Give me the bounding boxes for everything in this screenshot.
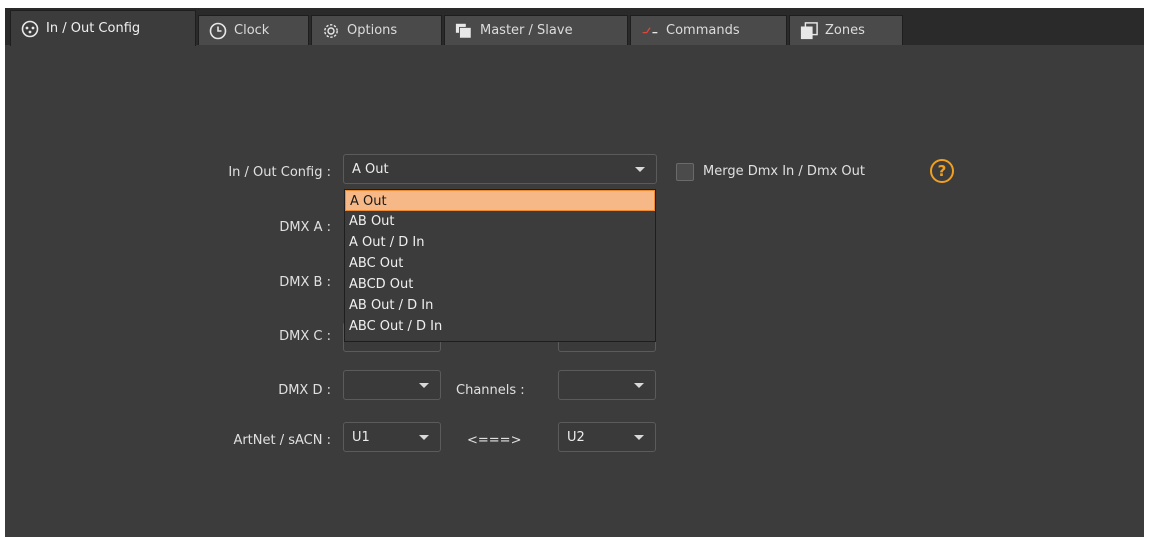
tab-bar: In / Out Config Clock Options Master / S… bbox=[5, 8, 1144, 46]
clock-icon bbox=[209, 22, 227, 40]
dropdown-option[interactable]: AB Out bbox=[345, 211, 655, 232]
dropdown-option[interactable]: AB Out / D In bbox=[345, 295, 655, 316]
channels-select[interactable] bbox=[558, 370, 656, 400]
merge-dmx-checkbox[interactable] bbox=[676, 163, 694, 181]
inout-config-label: In / Out Config : bbox=[228, 165, 331, 180]
dmx-b-label: DMX B : bbox=[279, 275, 331, 290]
help-icon[interactable]: ? bbox=[930, 159, 954, 183]
zones-icon bbox=[800, 21, 818, 40]
dropdown-option[interactable]: A Out / D In bbox=[345, 232, 655, 253]
config-window: In / Out Config Clock Options Master / S… bbox=[5, 8, 1144, 537]
tab-label: Options bbox=[347, 23, 398, 38]
chevron-down-icon bbox=[635, 167, 645, 172]
tab-label: Zones bbox=[825, 23, 865, 38]
tab-clock[interactable]: Clock bbox=[198, 15, 309, 45]
tab-commands[interactable]: Commands bbox=[630, 15, 787, 45]
windows-stack-icon bbox=[455, 22, 473, 40]
dropdown-option[interactable]: ABC Out / D In bbox=[345, 316, 655, 337]
artnet-to-select[interactable]: U2 bbox=[558, 422, 656, 452]
dropdown-option[interactable]: A Out bbox=[345, 190, 655, 211]
chevron-down-icon bbox=[419, 383, 429, 388]
dmx-a-label: DMX A : bbox=[279, 220, 331, 235]
tab-label: In / Out Config bbox=[46, 21, 141, 36]
dropdown-option[interactable]: ABCD Out bbox=[345, 274, 655, 295]
dmx-d-select[interactable] bbox=[343, 370, 441, 400]
chevron-down-icon bbox=[634, 383, 644, 388]
tab-master-slave[interactable]: Master / Slave bbox=[444, 15, 628, 45]
artnet-to-value: U2 bbox=[567, 429, 585, 445]
inout-config-select[interactable]: A Out bbox=[343, 154, 657, 184]
tab-options[interactable]: Options bbox=[311, 15, 442, 45]
channels-label: Channels : bbox=[456, 383, 525, 398]
tab-zones[interactable]: Zones bbox=[789, 15, 903, 45]
tab-label: Clock bbox=[234, 23, 270, 38]
artnet-from-select[interactable]: U1 bbox=[343, 422, 441, 452]
artnet-label: ArtNet / sACN : bbox=[233, 433, 331, 448]
tab-in-out-config[interactable]: In / Out Config bbox=[10, 10, 196, 46]
gear-icon bbox=[322, 22, 340, 40]
inout-config-value: A Out bbox=[352, 161, 389, 177]
dmx-d-label: DMX D : bbox=[278, 383, 331, 398]
artnet-from-value: U1 bbox=[352, 429, 370, 445]
chevron-down-icon bbox=[419, 435, 429, 440]
chevron-down-icon bbox=[634, 435, 644, 440]
artnet-arrow-text: <===> bbox=[467, 433, 522, 448]
inout-config-dropdown: A Out AB Out A Out / D In ABC Out ABCD O… bbox=[344, 189, 656, 342]
dropdown-option[interactable]: ABC Out bbox=[345, 253, 655, 274]
dmx-connector-icon bbox=[21, 20, 39, 38]
tab-label: Master / Slave bbox=[480, 23, 573, 38]
dmx-c-label: DMX C : bbox=[279, 329, 331, 344]
merge-dmx-label: Merge Dmx In / Dmx Out bbox=[703, 164, 865, 179]
tab-label: Commands bbox=[666, 23, 740, 38]
commands-icon bbox=[641, 22, 659, 40]
